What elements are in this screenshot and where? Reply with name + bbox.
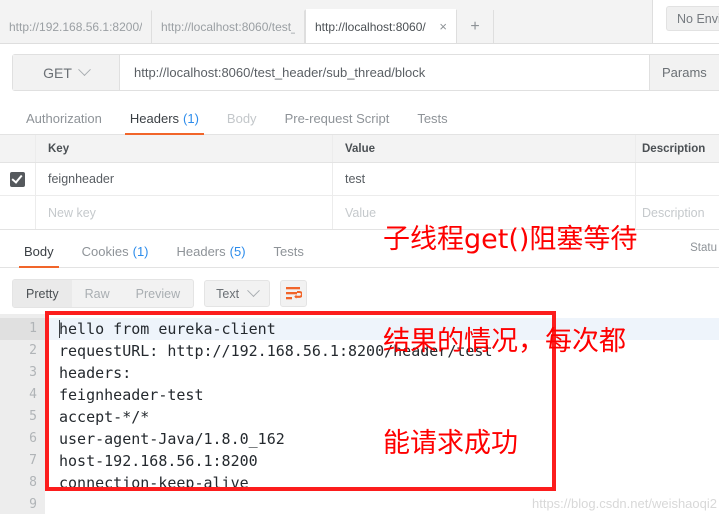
text-caret — [59, 320, 60, 338]
header-row-checkbox-column — [0, 135, 36, 162]
environment-area: No Envir — [652, 0, 719, 44]
word-wrap-button[interactable] — [280, 280, 308, 307]
view-mode-pretty[interactable]: Pretty — [13, 280, 72, 307]
tab-authorization-label: Authorization — [26, 111, 102, 126]
line-number: 5 — [29, 409, 37, 424]
add-tab-icon[interactable]: + — [457, 10, 494, 43]
tab-body-label: Body — [226, 111, 257, 126]
response-tab-cookies-count: (1) — [132, 244, 149, 259]
response-tab-tests[interactable]: Tests — [260, 236, 318, 268]
request-tab-2[interactable]: http://localhost:8060/test_h — [152, 10, 305, 43]
chevron-down-icon — [78, 63, 91, 77]
response-view-toolbar: Pretty Raw Preview Text — [12, 279, 308, 308]
header-key-input[interactable]: feignheader — [36, 163, 333, 195]
new-key-input[interactable]: New key — [36, 196, 333, 229]
response-format-selector[interactable]: Text — [204, 280, 271, 307]
url-bar: GET http://localhost:8060/test_header/su… — [12, 54, 719, 91]
watermark: https://blog.csdn.net/weishaoqi2 — [531, 496, 717, 511]
request-tab-1[interactable]: http://192.168.56.1:8200/he — [0, 10, 152, 43]
request-tab-strip: http://192.168.56.1:8200/he http://local… — [0, 0, 652, 44]
params-button[interactable]: Params — [649, 55, 719, 90]
placeholder-checkbox-cell[interactable] — [0, 196, 36, 229]
line-number: 2 — [29, 343, 37, 358]
request-tab-1-label: http://192.168.56.1:8200/he — [9, 20, 142, 34]
line-number: 6 — [29, 431, 37, 446]
annotation-text-line-2: 结果的情况，每次都 — [383, 326, 626, 357]
line-number: 4 — [29, 387, 37, 402]
http-method-selector[interactable]: GET — [13, 55, 120, 90]
view-mode-raw[interactable]: Raw — [72, 280, 123, 307]
response-tab-cookies-label: Cookies — [81, 244, 129, 259]
tab-pre-request-script-label: Pre-request Script — [284, 111, 390, 126]
response-tab-body-label: Body — [24, 244, 54, 259]
header-enabled-checkbox-cell[interactable] — [0, 163, 36, 195]
close-icon[interactable]: × — [439, 20, 447, 33]
response-tab-tests-label: Tests — [273, 244, 304, 259]
checkbox-checked-icon[interactable] — [10, 171, 25, 187]
annotation-text: 子线程get()阻塞等待 结果的情况，每次都 能请求成功 — [383, 155, 719, 529]
response-tab-cookies[interactable]: Cookies (1) — [68, 236, 163, 268]
annotation-text-line-3: 能请求成功 — [383, 428, 518, 459]
response-format-label: Text — [216, 286, 240, 301]
column-header-key: Key — [36, 135, 333, 162]
tab-headers-label: Headers — [129, 111, 180, 126]
line-number: 7 — [29, 453, 37, 468]
tab-headers[interactable]: Headers (1) — [116, 103, 213, 135]
tab-tests-label: Tests — [417, 111, 448, 126]
response-tab-body[interactable]: Body — [10, 236, 68, 268]
word-wrap-icon — [285, 287, 302, 300]
tab-pre-request-script[interactable]: Pre-request Script — [271, 103, 404, 135]
response-tab-headers-count: (5) — [229, 244, 246, 259]
tab-headers-count: (1) — [183, 111, 199, 126]
response-tab-headers[interactable]: Headers (5) — [163, 236, 260, 268]
chevron-down-icon — [247, 284, 260, 298]
tab-strip-filler — [494, 10, 652, 43]
http-method-label: GET — [43, 64, 72, 81]
request-tab-3-active[interactable]: http://localhost:8060/ × — [305, 9, 457, 43]
request-tab-3-label: http://localhost:8060/ — [315, 19, 426, 34]
response-tab-headers-label: Headers — [176, 244, 226, 259]
view-mode-preview[interactable]: Preview — [123, 280, 193, 307]
line-number: 3 — [29, 365, 37, 380]
line-number: 1 — [0, 318, 45, 340]
tab-tests[interactable]: Tests — [403, 103, 461, 135]
tab-body[interactable]: Body — [213, 103, 271, 135]
tab-authorization[interactable]: Authorization — [12, 103, 116, 135]
request-tab-2-label: http://localhost:8060/test_h — [161, 20, 295, 34]
postman-window: http://192.168.56.1:8200/he http://local… — [0, 0, 719, 514]
line-number: 9 — [29, 497, 37, 512]
request-section-tabs: Authorization Headers (1) Body Pre-reque… — [0, 103, 719, 135]
environment-selector[interactable]: No Envir — [666, 6, 719, 31]
response-view-mode-group: Pretty Raw Preview — [12, 279, 195, 308]
line-number: 8 — [29, 475, 37, 490]
annotation-text-line-1: 子线程get()阻塞等待 — [383, 224, 638, 255]
line-number-gutter: 1 2 3 4 5 6 7 8 9 — [0, 314, 45, 514]
url-input[interactable]: http://localhost:8060/test_header/sub_th… — [120, 55, 649, 90]
